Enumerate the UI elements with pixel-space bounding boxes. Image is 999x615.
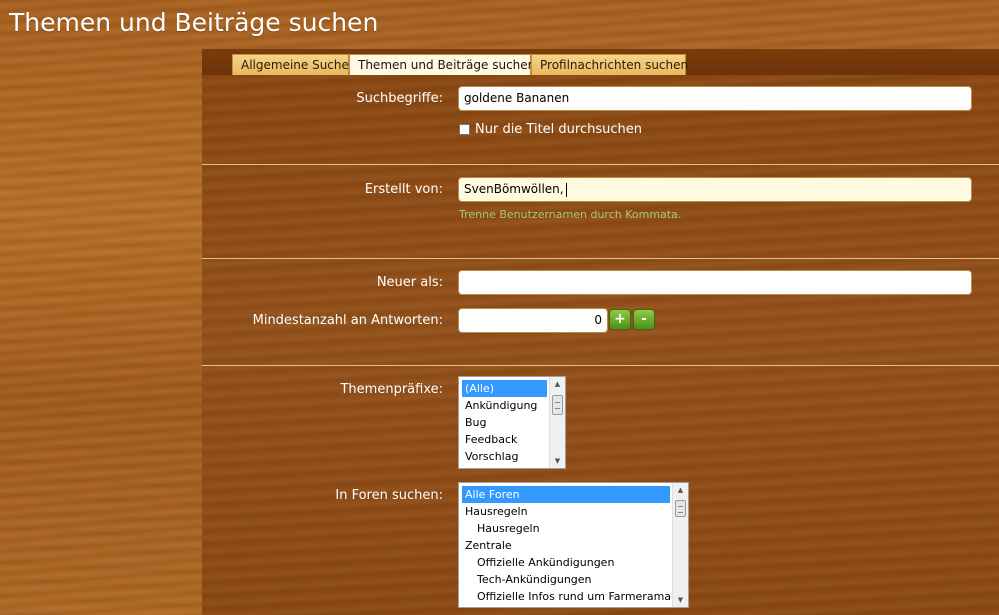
list-item[interactable]: Hausregeln [462,520,670,537]
tab-threads-posts-search[interactable]: Themen und Beiträge suchen [349,54,535,75]
increment-button[interactable]: + [609,309,631,330]
list-item[interactable]: (Alle) [462,380,547,397]
list-item[interactable]: Feedback [462,431,547,448]
list-item[interactable]: Offizielle Ankündigungen [462,554,670,571]
prefixes-label: Themenpräfixe: [340,382,443,397]
forums-label: In Foren suchen: [335,488,443,503]
author-input-value: SvenBömwöllen, [464,182,564,196]
scrollbar-thumb[interactable] [675,500,686,517]
scrollbar[interactable]: ▲ ▼ [549,377,565,468]
text-caret [565,182,567,197]
section-divider [202,164,999,165]
min-replies-label: Mindestanzahl an Antworten: [252,313,443,328]
list-item[interactable]: Ankündigung [462,397,547,414]
list-item[interactable]: Alle Foren [462,486,670,503]
prefixes-items: (Alle) Ankündigung Bug Feedback Vorschla… [462,380,547,465]
forums-listbox[interactable]: Alle Foren Hausregeln Hausregeln Zentral… [458,482,689,608]
forums-items: Alle Foren Hausregeln Hausregeln Zentral… [462,486,671,605]
checkbox-icon[interactable] [459,124,470,135]
scroll-up-arrow-icon[interactable]: ▲ [673,483,688,497]
author-input[interactable]: SvenBömwöllen, [458,177,972,202]
titles-only-option[interactable]: Nur die Titel durchsuchen [459,122,642,137]
tab-profile-posts-search[interactable]: Profilnachrichten suchen [531,54,688,75]
list-item[interactable]: Bug [462,414,547,431]
scroll-down-arrow-icon[interactable]: ▼ [673,593,688,607]
scroll-down-arrow-icon[interactable]: ▼ [550,454,565,468]
list-item[interactable]: Hausregeln [462,503,670,520]
author-hint: Trenne Benutzernamen durch Kommata. [459,208,682,221]
tab-general-search[interactable]: Allgemeine Suche [232,54,349,75]
keywords-label: Suchbegriffe: [356,91,443,106]
scrollbar-thumb[interactable] [552,395,563,415]
decrement-button[interactable]: - [633,309,655,330]
page-title: Themen und Beiträge suchen [9,8,379,37]
search-form-panel: Allgemeine Suche Themen und Beiträge suc… [202,49,999,615]
list-item[interactable]: Offizielle Infos rund um Farmerama [462,588,671,605]
author-label: Erstellt von: [364,182,443,197]
prefixes-listbox[interactable]: (Alle) Ankündigung Bug Feedback Vorschla… [458,376,566,469]
titles-only-label: Nur die Titel durchsuchen [475,122,643,137]
tab-bar: Allgemeine Suche Themen und Beiträge suc… [202,49,999,75]
keywords-input[interactable]: goldene Bananen [458,86,972,111]
section-divider [202,365,999,366]
newer-than-input[interactable] [458,270,972,295]
list-item[interactable]: Zentrale [462,537,670,554]
scroll-up-arrow-icon[interactable]: ▲ [550,377,565,391]
list-item[interactable]: Tech-Ankündigungen [462,571,670,588]
scrollbar[interactable]: ▲ ▼ [672,483,688,607]
min-replies-input[interactable]: 0 [458,308,608,333]
section-divider [202,258,999,259]
newer-than-label: Neuer als: [376,275,443,290]
list-item[interactable]: Vorschlag [462,448,547,465]
